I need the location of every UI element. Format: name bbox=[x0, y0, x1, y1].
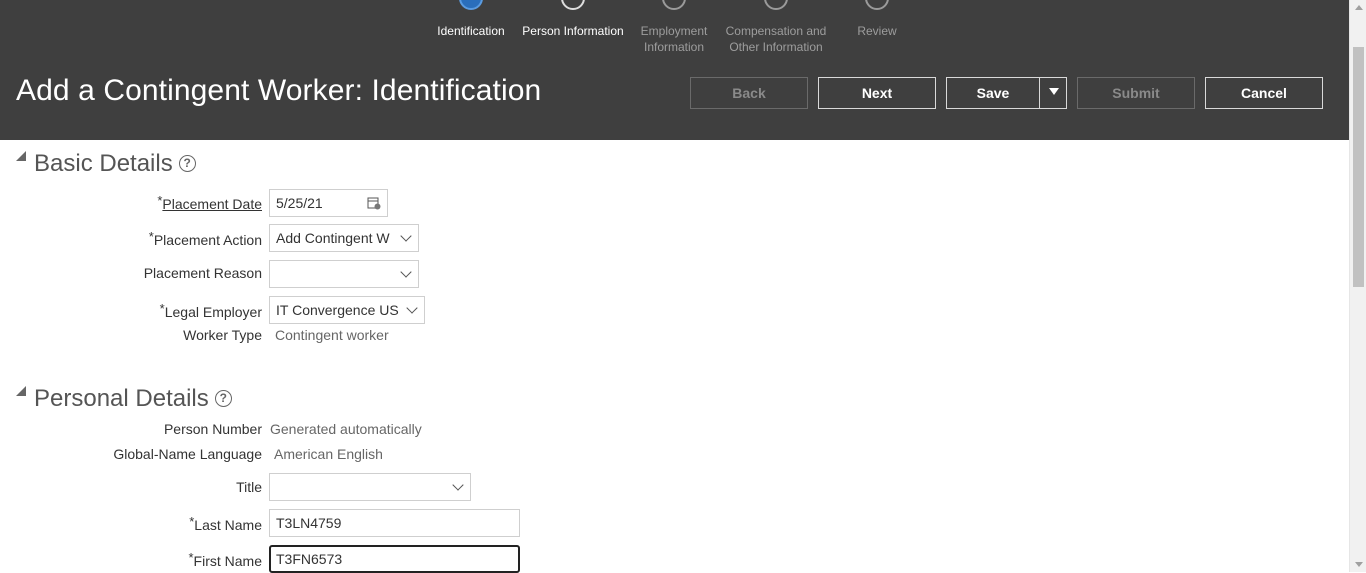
calendar-icon[interactable] bbox=[367, 196, 381, 210]
collapse-triangle-icon[interactable] bbox=[16, 151, 26, 161]
collapse-triangle-icon[interactable] bbox=[16, 386, 26, 396]
train-step-dot bbox=[459, 0, 483, 10]
process-train: Identification Person Information Employ… bbox=[0, 0, 1366, 60]
person-number-label: Person Number bbox=[163, 421, 262, 437]
train-step-label: Review bbox=[857, 24, 897, 38]
back-button-label: Back bbox=[732, 85, 766, 101]
dropdown-arrow-icon bbox=[1049, 88, 1059, 95]
title-label: Title bbox=[236, 479, 262, 495]
train-step-label: Compensation and Other Information bbox=[725, 24, 827, 54]
submit-button-label: Submit bbox=[1112, 85, 1160, 101]
placement-date-input[interactable]: 5/25/21 bbox=[269, 189, 388, 217]
global-name-language-label: Global-Name Language bbox=[113, 446, 262, 462]
help-icon[interactable]: ? bbox=[214, 390, 232, 407]
section-title: Personal Details bbox=[34, 385, 209, 412]
personal-details-header[interactable]: Personal Details? bbox=[16, 385, 232, 413]
cancel-button[interactable]: Cancel bbox=[1205, 77, 1323, 109]
legal-employer-label: *Legal Employer bbox=[159, 301, 262, 320]
cancel-button-label: Cancel bbox=[1241, 85, 1287, 101]
help-icon[interactable]: ? bbox=[178, 155, 196, 172]
scroll-down-arrow-icon[interactable] bbox=[1355, 562, 1363, 567]
chevron-down-icon bbox=[406, 302, 418, 314]
scroll-up-arrow-icon[interactable] bbox=[1355, 5, 1363, 10]
title-select[interactable] bbox=[269, 473, 471, 501]
train-step-compensation[interactable]: Compensation and Other Information bbox=[716, 0, 836, 55]
global-name-language-value: American English bbox=[274, 446, 383, 462]
save-menu-button[interactable] bbox=[1039, 77, 1067, 109]
train-step-dot bbox=[764, 0, 788, 10]
train-step-dot bbox=[561, 0, 585, 10]
save-button[interactable]: Save bbox=[946, 77, 1040, 109]
train-step-identification[interactable]: Identification bbox=[416, 0, 526, 39]
worker-type-label: Worker Type bbox=[183, 327, 262, 343]
last-name-label: *Last Name bbox=[189, 514, 262, 533]
placement-reason-select[interactable] bbox=[269, 260, 419, 288]
vertical-scrollbar[interactable] bbox=[1349, 0, 1366, 572]
placement-action-label: *Placement Action bbox=[148, 229, 262, 248]
legal-employer-select[interactable]: IT Convergence US bbox=[269, 296, 425, 324]
chevron-down-icon bbox=[400, 266, 412, 278]
train-step-label: Identification bbox=[437, 24, 505, 38]
first-name-label: *First Name bbox=[188, 550, 262, 569]
train-step-review[interactable]: Review bbox=[822, 0, 932, 39]
person-number-value: Generated automatically bbox=[270, 421, 422, 437]
placement-action-select[interactable]: Add Contingent W bbox=[269, 224, 419, 252]
train-step-dot bbox=[662, 0, 686, 10]
train-step-employment-information[interactable]: Employment Information bbox=[619, 0, 729, 55]
last-name-input[interactable]: T3LN4759 bbox=[269, 509, 520, 537]
back-button[interactable]: Back bbox=[690, 77, 808, 109]
chevron-down-icon bbox=[452, 479, 464, 491]
train-step-person-information[interactable]: Person Information bbox=[518, 0, 628, 39]
submit-button[interactable]: Submit bbox=[1077, 77, 1195, 109]
worker-type-value: Contingent worker bbox=[275, 327, 389, 343]
train-step-label: Employment Information bbox=[640, 24, 708, 54]
save-button-label: Save bbox=[976, 85, 1010, 101]
train-step-dot bbox=[865, 0, 889, 10]
scrollbar-thumb[interactable] bbox=[1353, 47, 1364, 287]
train-step-label: Person Information bbox=[522, 24, 624, 38]
section-title: Basic Details bbox=[34, 150, 173, 177]
page-header: Identification Person Information Employ… bbox=[0, 0, 1366, 140]
page-title: Add a Contingent Worker: Identification bbox=[16, 74, 542, 107]
placement-reason-label: Placement Reason bbox=[143, 265, 262, 281]
basic-details-header[interactable]: Basic Details? bbox=[16, 150, 196, 178]
placement-date-label: *Placement Date bbox=[157, 193, 262, 212]
chevron-down-icon bbox=[400, 230, 412, 242]
next-button-label: Next bbox=[861, 85, 893, 101]
next-button[interactable]: Next bbox=[818, 77, 936, 109]
first-name-input[interactable]: T3FN6573 bbox=[269, 545, 520, 573]
